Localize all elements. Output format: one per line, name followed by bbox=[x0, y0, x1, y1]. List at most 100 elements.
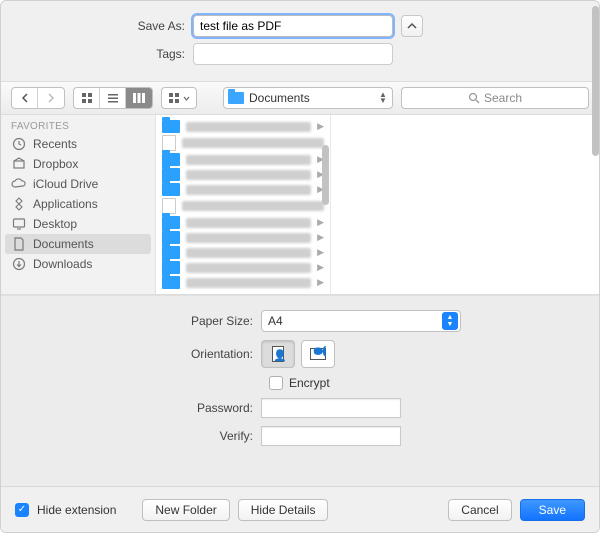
new-folder-button[interactable]: New Folder bbox=[142, 499, 229, 521]
sidebar-item-desktop[interactable]: Desktop bbox=[1, 214, 155, 234]
sidebar-item-documents[interactable]: Documents bbox=[5, 234, 151, 254]
folder-icon bbox=[162, 120, 180, 133]
collapse-toggle-button[interactable] bbox=[401, 15, 423, 37]
file-icon bbox=[162, 135, 176, 151]
sidebar-item-label: Dropbox bbox=[33, 157, 78, 171]
cloud-icon bbox=[11, 177, 27, 191]
paper-size-label: Paper Size: bbox=[1, 314, 261, 328]
folder-row[interactable]: ▶ bbox=[156, 119, 330, 134]
orientation-landscape-button[interactable]: 👤 bbox=[301, 340, 335, 368]
updown-icon: ▲▼ bbox=[378, 92, 388, 104]
blurred-filename bbox=[186, 170, 311, 180]
folder-icon bbox=[228, 92, 244, 104]
nav-history-group bbox=[11, 87, 65, 109]
landscape-icon: 👤 bbox=[310, 348, 326, 360]
cancel-button[interactable]: Cancel bbox=[448, 499, 511, 521]
blurred-filename bbox=[186, 218, 311, 228]
folder-icon bbox=[162, 276, 180, 289]
document-icon bbox=[11, 237, 27, 251]
blurred-filename bbox=[182, 138, 324, 148]
list-icon bbox=[107, 92, 119, 104]
browser-toolbar: Documents ▲▼ Search bbox=[1, 81, 599, 115]
folder-row[interactable]: ▶ bbox=[156, 230, 330, 245]
sidebar-item-label: Applications bbox=[33, 197, 98, 211]
folder-row[interactable]: ▶ bbox=[156, 260, 330, 275]
sidebar-item-icloud-drive[interactable]: iCloud Drive bbox=[1, 174, 155, 194]
folder-row[interactable]: ▶ bbox=[156, 182, 330, 197]
save-button[interactable]: Save bbox=[520, 499, 585, 521]
chevron-up-icon bbox=[407, 21, 417, 31]
blurred-filename bbox=[186, 185, 311, 195]
columns-icon bbox=[132, 92, 146, 104]
hide-details-button[interactable]: Hide Details bbox=[238, 499, 329, 521]
portrait-icon: 👤 bbox=[272, 346, 284, 362]
paper-size-popup[interactable]: A4 ▲▼ bbox=[261, 310, 461, 332]
file-row[interactable] bbox=[156, 134, 330, 152]
chevron-right-icon bbox=[47, 93, 55, 103]
folder-row[interactable]: ▶ bbox=[156, 215, 330, 230]
file-row[interactable] bbox=[156, 197, 330, 215]
desktop-icon bbox=[11, 217, 27, 231]
sidebar-item-applications[interactable]: Applications bbox=[1, 194, 155, 214]
encrypt-checkbox[interactable] bbox=[269, 376, 283, 390]
blurred-filename bbox=[186, 263, 311, 273]
icon-view-button[interactable] bbox=[74, 88, 100, 108]
blurred-filename bbox=[186, 278, 311, 288]
column-scrollbar[interactable] bbox=[320, 115, 330, 294]
folder-row[interactable]: ▶ bbox=[156, 152, 330, 167]
chevron-down-icon bbox=[183, 96, 190, 101]
forward-button[interactable] bbox=[38, 88, 64, 108]
folder-row[interactable]: ▶ bbox=[156, 167, 330, 182]
sidebar-item-dropbox[interactable]: Dropbox bbox=[1, 154, 155, 174]
search-icon bbox=[468, 92, 480, 104]
tags-label: Tags: bbox=[13, 47, 193, 61]
paper-size-value: A4 bbox=[268, 314, 442, 328]
sidebar-item-recents[interactable]: Recents bbox=[1, 134, 155, 154]
save-dialog: Save As: Tags: bbox=[0, 0, 600, 533]
encrypt-label: Encrypt bbox=[289, 376, 330, 390]
sidebar-header: Favorites bbox=[1, 115, 155, 134]
verify-input[interactable] bbox=[261, 426, 401, 446]
view-mode-group bbox=[73, 87, 153, 109]
sidebar-item-label: Desktop bbox=[33, 217, 77, 231]
sidebar: Favorites Recents Dropbox iCloud Drive Appl… bbox=[1, 115, 156, 294]
sidebar-item-label: iCloud Drive bbox=[33, 177, 98, 191]
file-column: ▶▶▶▶▶▶▶▶▶ bbox=[156, 115, 331, 294]
password-label: Password: bbox=[1, 401, 261, 415]
group-by-button[interactable] bbox=[161, 87, 197, 109]
chevron-left-icon bbox=[21, 93, 29, 103]
blurred-filename bbox=[186, 248, 311, 258]
hide-extension-label: Hide extension bbox=[37, 503, 116, 517]
folder-icon bbox=[162, 183, 180, 196]
search-placeholder: Search bbox=[484, 91, 522, 105]
sidebar-item-label: Recents bbox=[33, 137, 77, 151]
search-input[interactable]: Search bbox=[401, 87, 589, 109]
tags-input[interactable] bbox=[193, 43, 393, 65]
folder-row[interactable]: ▶ bbox=[156, 275, 330, 290]
back-button[interactable] bbox=[12, 88, 38, 108]
location-popup[interactable]: Documents ▲▼ bbox=[223, 87, 393, 109]
blurred-filename bbox=[186, 155, 311, 165]
grid-icon bbox=[81, 92, 93, 104]
file-browser: Favorites Recents Dropbox iCloud Drive Appl… bbox=[1, 115, 599, 295]
column-view-button[interactable] bbox=[126, 88, 152, 108]
file-icon bbox=[162, 198, 176, 214]
list-view-button[interactable] bbox=[100, 88, 126, 108]
sidebar-item-downloads[interactable]: Downloads bbox=[1, 254, 155, 274]
apps-icon bbox=[11, 197, 27, 211]
orientation-portrait-button[interactable]: 👤 bbox=[261, 340, 295, 368]
preview-column bbox=[331, 115, 599, 294]
sidebar-item-label: Downloads bbox=[33, 257, 92, 271]
options-panel: Paper Size: A4 ▲▼ Orientation: 👤 👤 Encry… bbox=[1, 295, 599, 486]
dialog-header: Save As: Tags: bbox=[1, 1, 599, 81]
save-as-input[interactable] bbox=[193, 15, 393, 37]
hide-extension-checkbox[interactable]: ✓ bbox=[15, 503, 29, 517]
orientation-label: Orientation: bbox=[1, 347, 261, 361]
download-icon bbox=[11, 257, 27, 271]
updown-icon: ▲▼ bbox=[442, 312, 458, 330]
blurred-filename bbox=[186, 233, 311, 243]
folder-row[interactable]: ▶ bbox=[156, 245, 330, 260]
save-as-label: Save As: bbox=[13, 19, 193, 33]
dialog-footer: ✓ Hide extension New Folder Hide Details… bbox=[1, 486, 599, 532]
password-input[interactable] bbox=[261, 398, 401, 418]
